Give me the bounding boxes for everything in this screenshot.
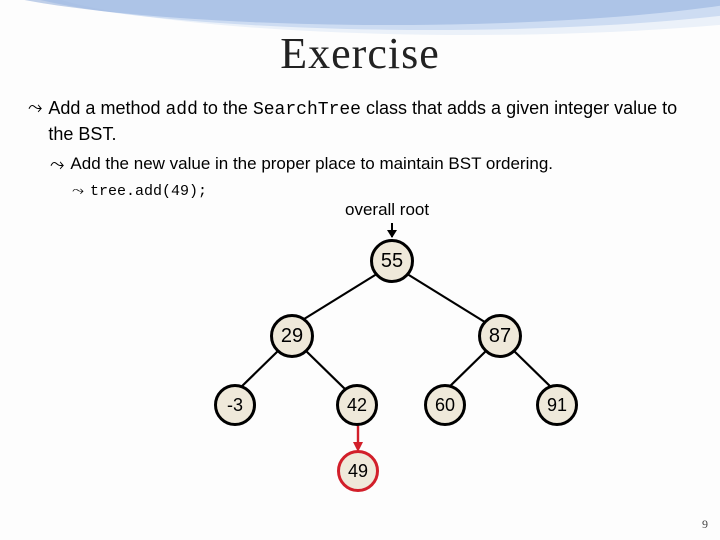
bullet-main-text: Add a method add to the SearchTree class…	[48, 96, 692, 147]
bullet-sub: ⤳ Add the new value in the proper place …	[50, 153, 692, 176]
tree-node-ll: -3	[214, 384, 256, 426]
tree-node-rl: 60	[424, 384, 466, 426]
slide-title: Exercise	[0, 28, 720, 79]
overall-root-label: overall root	[345, 200, 429, 220]
tree-node-root: 55	[370, 239, 414, 283]
tree-node-l: 29	[270, 314, 314, 358]
bullet-subsub: ⤳ tree.add(49);	[72, 182, 692, 202]
bullet-marker-icon: ⤳	[28, 96, 42, 119]
root-arrow-icon	[391, 223, 393, 237]
tree-node-r: 87	[478, 314, 522, 358]
bst-diagram: 55 29 87 -3 42 60 91 49	[0, 236, 720, 536]
text-fragment: Add a method	[48, 98, 165, 118]
tree-node-lr: 42	[336, 384, 378, 426]
content-area: ⤳ Add a method add to the SearchTree cla…	[28, 96, 692, 208]
page-number: 9	[702, 517, 708, 532]
tree-node-rr: 91	[536, 384, 578, 426]
text-fragment: to the	[198, 98, 253, 118]
bullet-sub-text: Add the new value in the proper place to…	[70, 153, 553, 176]
bullet-marker-icon: ⤳	[72, 182, 84, 201]
bullet-code-example: tree.add(49);	[90, 182, 207, 202]
code-add: add	[166, 100, 198, 120]
bullet-marker-icon: ⤳	[50, 153, 64, 176]
tree-node-inserted: 49	[337, 450, 379, 492]
bullet-main: ⤳ Add a method add to the SearchTree cla…	[28, 96, 692, 147]
code-searchtree: SearchTree	[253, 100, 361, 120]
